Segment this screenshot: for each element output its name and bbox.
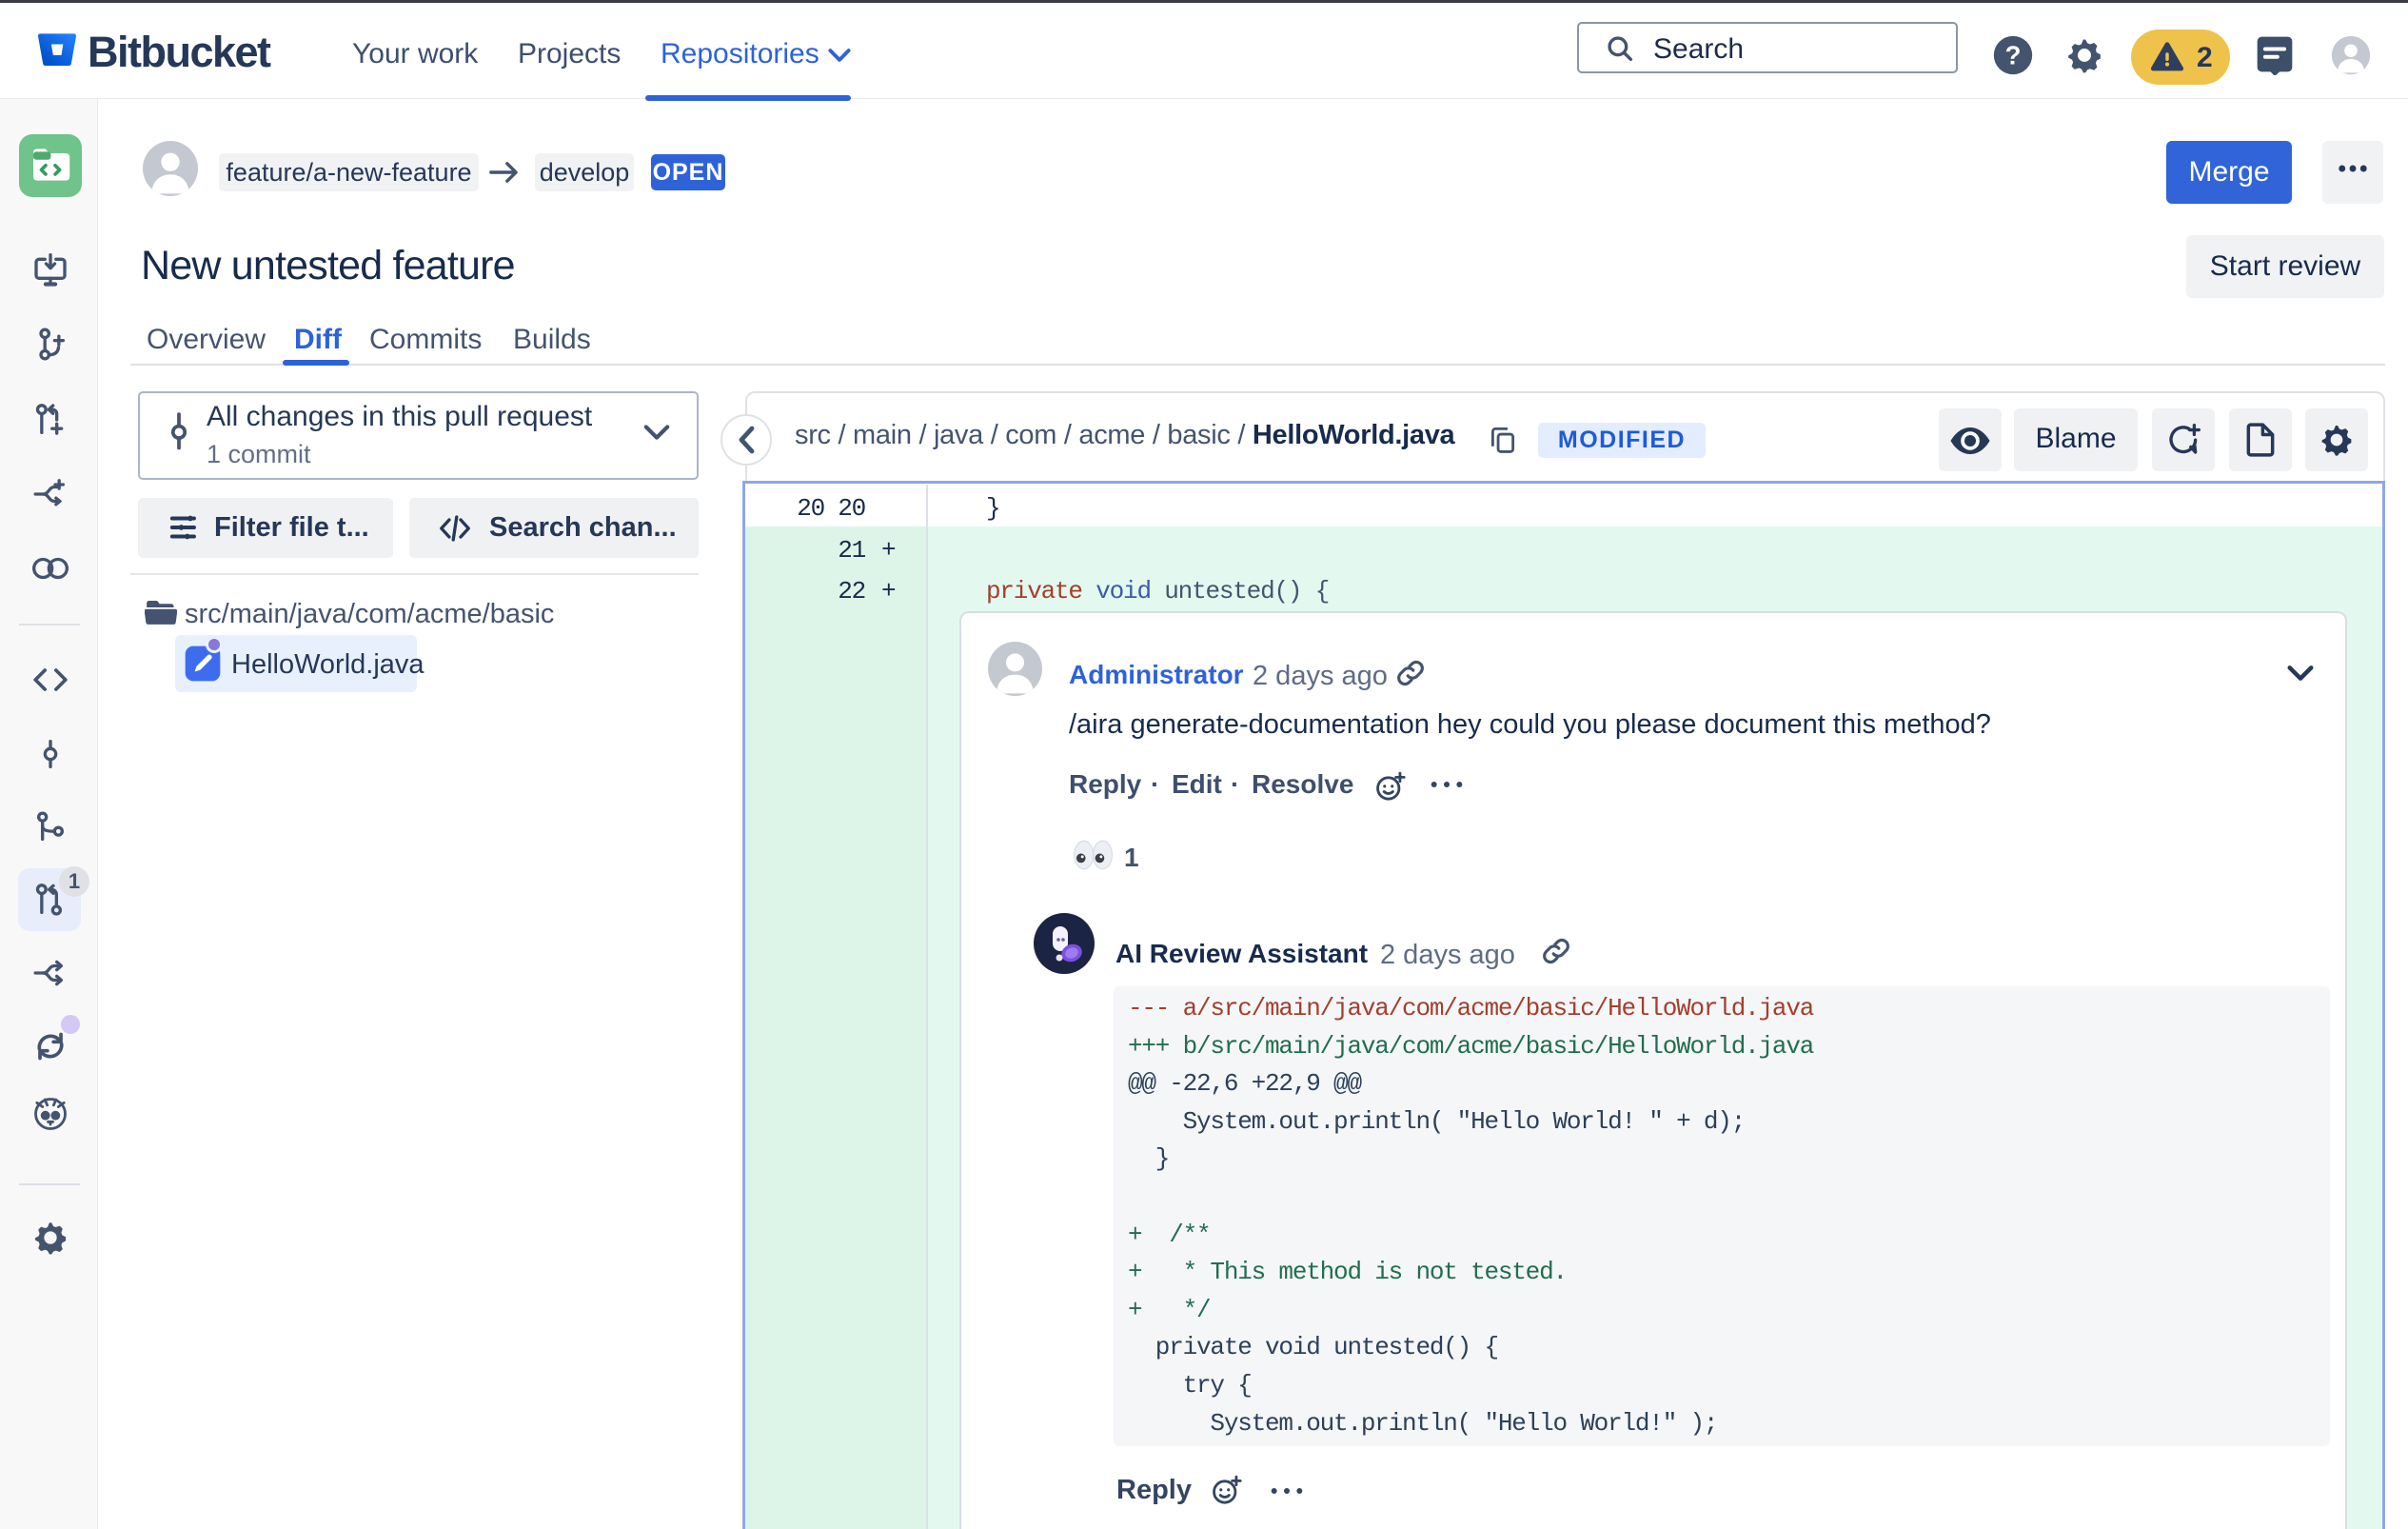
svg-text:?: ? xyxy=(2005,41,2022,70)
